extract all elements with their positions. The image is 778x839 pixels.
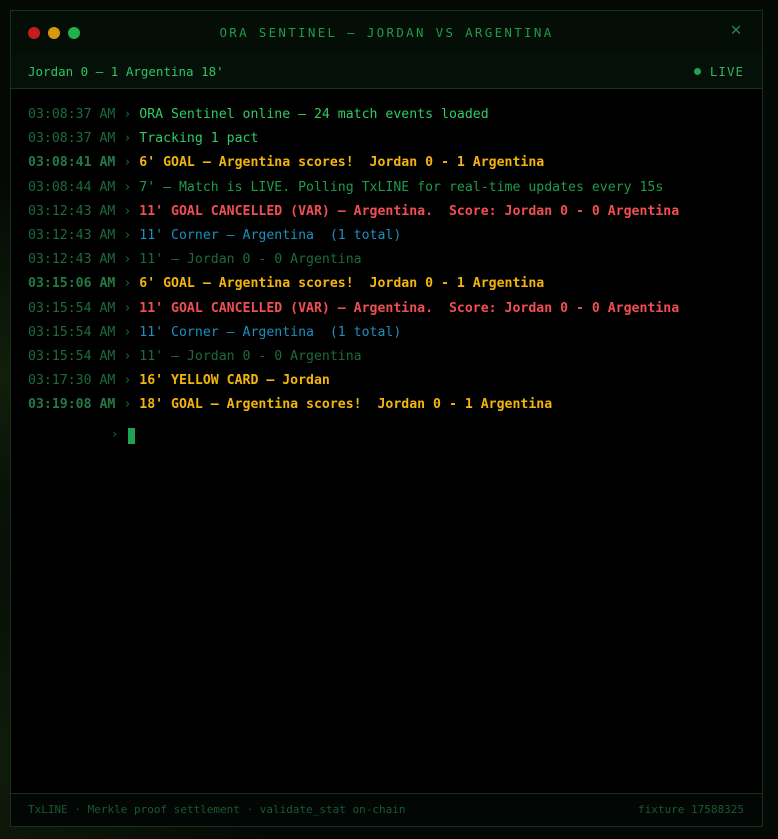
log-timestamp: 03:08:41 AM [28, 155, 116, 171]
log-message: Tracking 1 pact [139, 131, 259, 147]
log-arrow-icon: › [123, 131, 132, 147]
log-message: 16' YELLOW CARD — Jordan [139, 373, 330, 389]
window-title: ORA SENTINEL — JORDAN VS ARGENTINA [219, 25, 554, 40]
log-arrow-icon: › [123, 348, 132, 364]
log-arrow-icon: › [123, 179, 132, 195]
live-indicator: LIVE [693, 64, 744, 79]
log-timestamp: 03:12:43 AM [28, 227, 116, 243]
log-timestamp: 03:15:54 AM [28, 348, 116, 364]
log-line: 03:08:41 AM › 6' GOAL — Argentina scores! … [28, 151, 752, 175]
log-line: 03:12:43 AM › 11' Corner — Argentina (1 to… [28, 224, 752, 248]
log-message: 11' — Jordan 0 - 0 Argentina [139, 252, 362, 268]
log-arrow-icon: › [123, 155, 132, 171]
log-arrow-icon: › [123, 227, 132, 243]
log-line: 03:19:08 AM › 18' GOAL — Argentina scores!… [28, 393, 752, 417]
log-arrow-icon: › [123, 300, 132, 316]
log-message: 6' GOAL — Argentina scores! Jordan 0 - 1… [139, 276, 545, 292]
score-bar: Jordan 0 — 1 Argentina 18' LIVE [11, 54, 762, 89]
log-line: 03:15:06 AM › 6' GOAL — Argentina scores! … [28, 272, 752, 296]
log-arrow-icon: › [123, 373, 132, 389]
log-message: ORA Sentinel online — 24 match events lo… [139, 107, 489, 122]
log-arrow-icon: › [123, 107, 132, 122]
log-message: 11' Corner — Argentina (1 total) [139, 227, 402, 243]
log-line: 03:08:44 AM › 7' — Match is LIVE. Polling … [28, 176, 752, 200]
log-timestamp: 03:15:06 AM [28, 276, 116, 292]
status-footer: TxLINE · Merkle proof settlement · valid… [11, 793, 762, 826]
match-score: Jordan 0 — 1 Argentina 18' [28, 64, 224, 79]
prompt-arrow-icon: › [111, 427, 119, 441]
log-timestamp: 03:12:43 AM [28, 252, 116, 268]
event-log: 03:08:37 AM › ORA Sentinel online — 24 mat… [28, 103, 752, 417]
log-arrow-icon: › [123, 203, 132, 219]
text-cursor [128, 428, 135, 444]
log-line: 03:12:43 AM › 11' GOAL CANCELLED (VAR) — A… [28, 200, 752, 224]
log-timestamp: 03:12:43 AM [28, 203, 116, 219]
log-line: 03:17:30 AM › 16' YELLOW CARD — Jordan [28, 369, 752, 393]
log-line: 03:15:54 AM › 11' GOAL CANCELLED (VAR) — A… [28, 297, 752, 321]
log-timestamp: 03:15:54 AM [28, 324, 116, 340]
log-message: 11' — Jordan 0 - 0 Argentina [139, 348, 362, 364]
log-timestamp: 03:15:54 AM [28, 300, 116, 316]
log-timestamp: 03:08:37 AM [28, 131, 116, 147]
log-message: 18' GOAL — Argentina scores! Jordan 0 - … [139, 397, 553, 413]
footer-info: TxLINE · Merkle proof settlement · valid… [28, 803, 406, 816]
log-arrow-icon: › [123, 252, 132, 268]
live-dot-icon [693, 68, 701, 75]
log-line: 03:12:43 AM › 11' — Jordan 0 - 0 Argentina [28, 248, 752, 272]
log-timestamp: 03:17:30 AM [28, 373, 116, 389]
log-line: 03:15:54 AM › 11' Corner — Argentina (1 to… [28, 321, 752, 345]
log-line: 03:08:37 AM › Tracking 1 pact [28, 127, 752, 151]
log-arrow-icon: › [123, 324, 132, 340]
log-arrow-icon: › [123, 276, 132, 292]
close-icon[interactable]: ✕ [728, 21, 744, 39]
log-line: 03:15:54 AM › 11' — Jordan 0 - 0 Argentina [28, 345, 752, 369]
live-label: LIVE [709, 64, 744, 79]
log-message: 6' GOAL — Argentina scores! Jordan 0 - 1… [139, 155, 545, 171]
log-timestamp: 03:08:44 AM [28, 179, 116, 195]
log-arrow-icon: › [123, 397, 132, 413]
log-timestamp: 03:08:37 AM [28, 107, 116, 122]
log-timestamp: 03:19:08 AM [28, 397, 116, 413]
log-message: 11' GOAL CANCELLED (VAR) — Argentina. Sc… [139, 300, 680, 316]
log-message: 11' GOAL CANCELLED (VAR) — Argentina. Sc… [139, 203, 680, 219]
log-line: 03:08:37 AM › ORA Sentinel online — 24 mat… [28, 103, 752, 127]
fixture-id: fixture 17588325 [638, 803, 744, 816]
terminal-window: ORA SENTINEL — JORDAN VS ARGENTINA ✕ Jor… [10, 10, 763, 827]
log-message: 11' Corner — Argentina (1 total) [139, 324, 402, 340]
title-bar: ORA SENTINEL — JORDAN VS ARGENTINA ✕ [11, 11, 762, 55]
log-message: 7' — Match is LIVE. Polling TxLINE for r… [139, 179, 664, 195]
